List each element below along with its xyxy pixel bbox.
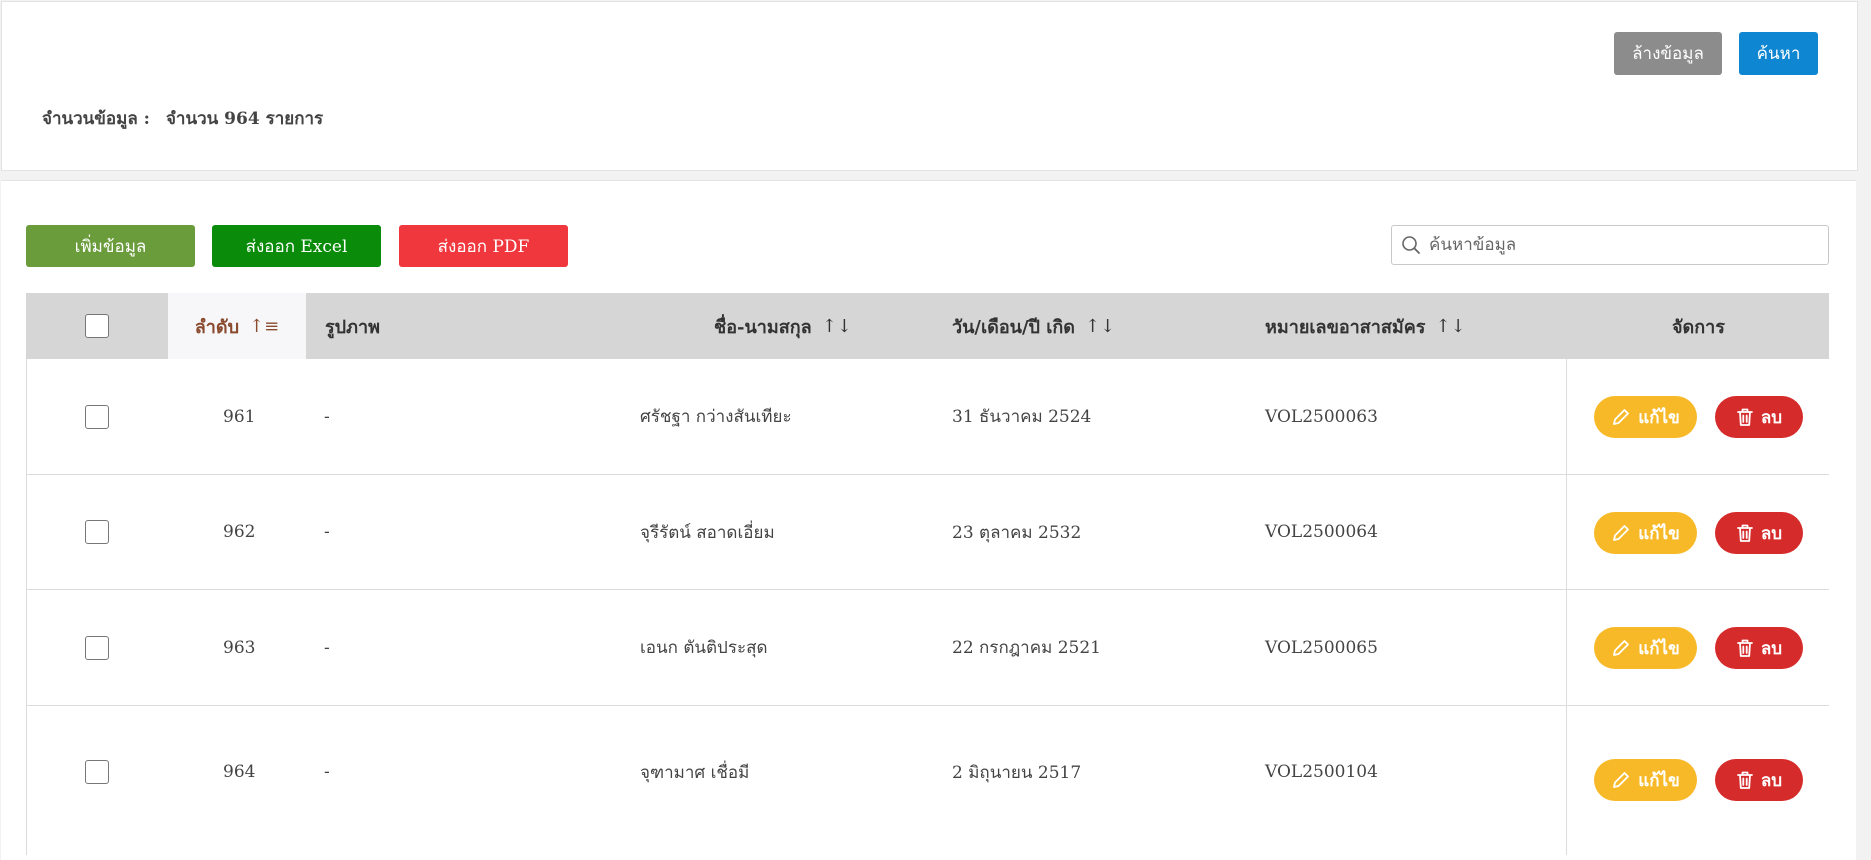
edit-button[interactable]: แก้ไข — [1594, 396, 1697, 438]
row-volunteer-id: VOL2500064 — [1265, 522, 1378, 542]
header-seq-label: ลำดับ — [194, 316, 240, 338]
row-checkbox[interactable] — [85, 635, 109, 660]
row-image: - — [324, 762, 330, 782]
sort-asc-icon[interactable]: ↑≡ — [249, 316, 279, 337]
select-all-checkbox[interactable] — [85, 314, 109, 338]
actions-column-divider — [1566, 359, 1567, 855]
row-image: - — [324, 406, 330, 427]
table-search[interactable] — [1391, 225, 1829, 265]
trash-icon — [1736, 408, 1753, 426]
record-count: จำนวนข้อมูล : จำนวน 964 รายการ — [42, 105, 323, 132]
edit-label: แก้ไข — [1638, 523, 1680, 544]
row-image: - — [324, 637, 330, 658]
edit-button[interactable]: แก้ไข — [1594, 627, 1697, 669]
header-image: รูปภาพ — [325, 293, 380, 359]
row-name: เอนก ตันติประสุด — [640, 638, 768, 658]
header-select-all[interactable] — [85, 293, 165, 359]
row-volunteer-id: VOL2500065 — [1265, 637, 1378, 658]
header-actions-label: จัดการ — [1672, 316, 1725, 338]
search-input[interactable] — [1429, 235, 1809, 255]
row-name: ศรัชฐา กว่างสันเทียะ — [640, 407, 792, 427]
table-row: 963 - เอนก ตันติประสุด 22 กรกฎาคม 2521 V… — [26, 590, 1829, 706]
edit-button[interactable]: แก้ไข — [1594, 759, 1697, 801]
delete-label: ลบ — [1760, 407, 1783, 428]
row-dob: 22 กรกฎาคม 2521 — [952, 638, 1101, 658]
export-excel-button[interactable]: ส่งออก Excel — [212, 225, 381, 267]
row-name: จุรีรัตน์ สอาดเอี่ยม — [640, 522, 775, 543]
header-volunteer-id-label: หมายเลขอาสาสมัคร — [1265, 316, 1426, 338]
filter-panel — [1, 1, 1858, 171]
header-name-label: ชื่อ-นามสกุล — [714, 316, 812, 338]
pencil-icon — [1613, 409, 1630, 425]
pencil-icon — [1613, 640, 1630, 656]
header-dob[interactable]: วัน/เดือน/ปี เกิด ↑↓ — [952, 293, 1115, 359]
edit-label: แก้ไข — [1638, 770, 1680, 791]
pencil-icon — [1613, 772, 1630, 788]
table-header: ลำดับ ↑≡ รูปภาพ ชื่อ-นามสกุล ↑↓ วัน/เดือ… — [26, 293, 1829, 359]
delete-button[interactable]: ลบ — [1715, 512, 1803, 554]
row-dob: 31 ธันวาคม 2524 — [952, 407, 1092, 427]
edit-button[interactable]: แก้ไข — [1594, 512, 1697, 554]
add-button[interactable]: เพิ่มข้อมูล — [26, 225, 195, 267]
table-row: 962 - จุรีรัตน์ สอาดเอี่ยม 23 ตุลาคม 253… — [26, 475, 1829, 590]
row-dob: 2 มิถุนายน 2517 — [952, 762, 1082, 783]
pencil-icon — [1613, 525, 1630, 541]
clear-button[interactable]: ล้างข้อมูล — [1614, 32, 1722, 75]
header-image-label: รูปภาพ — [325, 316, 380, 338]
row-name: จุฑามาศ เชื่อมี — [640, 762, 750, 783]
search-icon — [1402, 236, 1420, 254]
table-row: 964 - จุฑามาศ เชื่อมี 2 มิถุนายน 2517 VO… — [26, 706, 1829, 855]
row-seq: 962 — [223, 522, 256, 542]
row-seq: 963 — [223, 637, 256, 658]
header-volunteer-id[interactable]: หมายเลขอาสาสมัคร ↑↓ — [1265, 293, 1466, 359]
row-dob: 23 ตุลาคม 2532 — [952, 522, 1082, 543]
delete-button[interactable]: ลบ — [1715, 396, 1803, 438]
delete-label: ลบ — [1760, 523, 1783, 544]
record-count-label: จำนวนข้อมูล : — [42, 109, 150, 129]
sort-icon[interactable]: ↑↓ — [822, 316, 852, 337]
record-count-value: จำนวน 964 รายการ — [165, 109, 324, 129]
delete-button[interactable]: ลบ — [1715, 759, 1803, 801]
header-actions: จัดการ — [1672, 293, 1725, 359]
trash-icon — [1736, 639, 1753, 657]
header-name[interactable]: ชื่อ-นามสกุล ↑↓ — [714, 293, 852, 359]
row-checkbox[interactable] — [85, 760, 109, 784]
sort-icon[interactable]: ↑↓ — [1085, 316, 1115, 337]
search-button[interactable]: ค้นหา — [1739, 32, 1818, 75]
trash-icon — [1736, 524, 1753, 542]
row-image: - — [324, 522, 330, 542]
row-checkbox[interactable] — [85, 520, 109, 544]
edit-label: แก้ไข — [1638, 638, 1680, 659]
export-pdf-button[interactable]: ส่งออก PDF — [399, 225, 568, 267]
table-left-border — [26, 359, 27, 855]
edit-label: แก้ไข — [1638, 407, 1680, 428]
table-row: 961 - ศรัชฐา กว่างสันเทียะ 31 ธันวาคม 25… — [26, 359, 1829, 475]
sort-icon[interactable]: ↑↓ — [1435, 316, 1465, 337]
row-volunteer-id: VOL2500104 — [1265, 762, 1378, 782]
trash-icon — [1736, 771, 1753, 789]
row-seq: 964 — [223, 762, 256, 782]
header-dob-label: วัน/เดือน/ปี เกิด — [952, 316, 1075, 338]
header-seq[interactable]: ลำดับ ↑≡ — [168, 293, 306, 359]
delete-button[interactable]: ลบ — [1715, 627, 1803, 669]
row-checkbox[interactable] — [85, 404, 109, 429]
row-volunteer-id: VOL2500063 — [1265, 406, 1378, 427]
delete-label: ลบ — [1760, 638, 1783, 659]
delete-label: ลบ — [1760, 770, 1783, 791]
row-seq: 961 — [223, 406, 256, 427]
